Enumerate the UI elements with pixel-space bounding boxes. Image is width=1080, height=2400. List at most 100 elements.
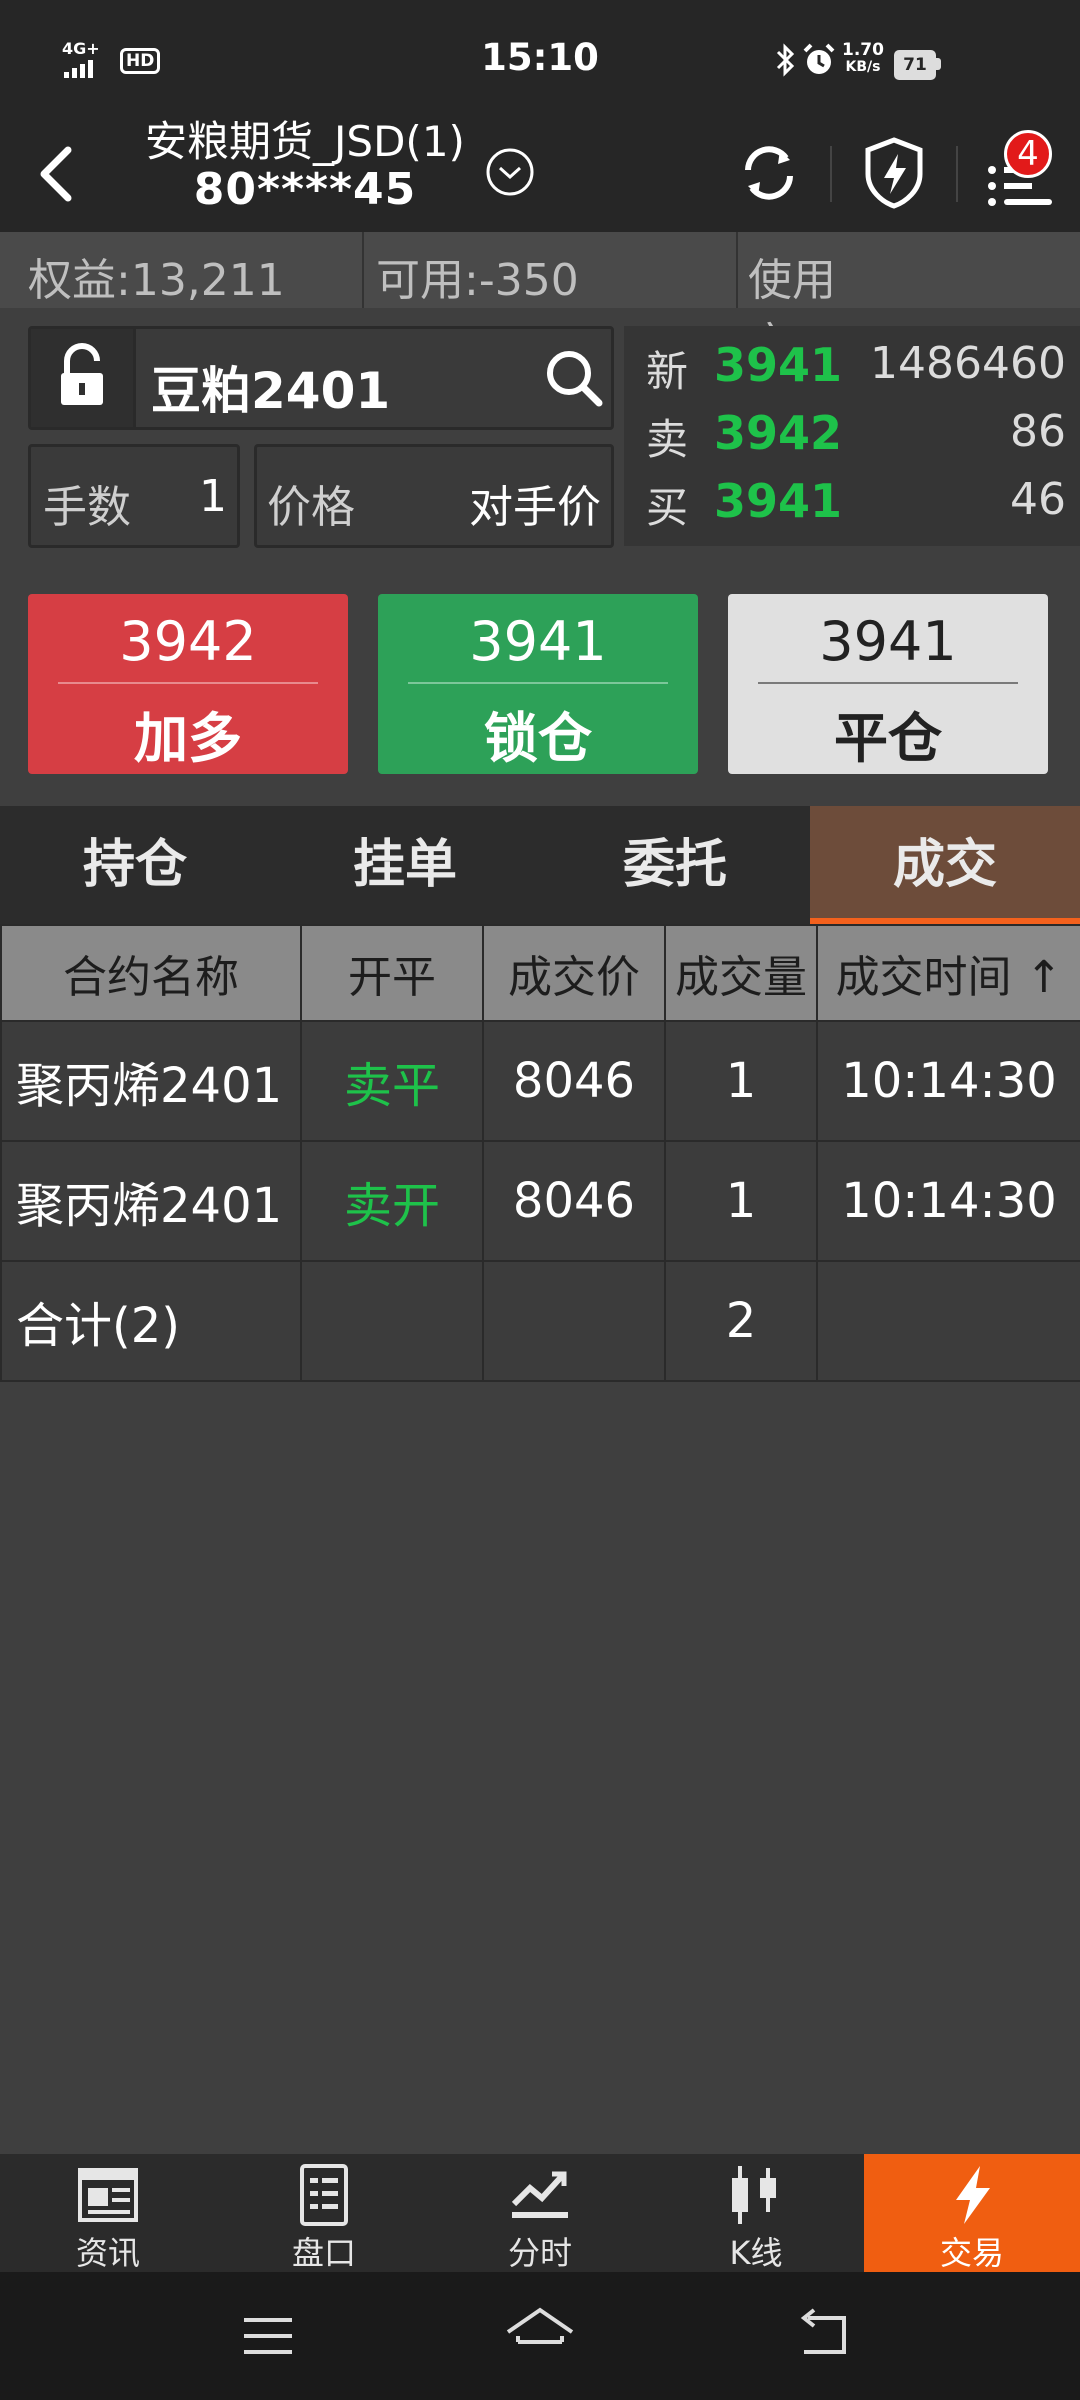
nav-intraday[interactable]: 分时 — [432, 2154, 648, 2272]
bid-qty: 46 — [1010, 474, 1066, 525]
close-label: 平仓 — [834, 707, 942, 770]
account-summary: 权益:13,211 可用:-350 使用率:102.65% — [0, 232, 1080, 370]
lightning-icon — [956, 2166, 990, 2224]
top-header: 安粮期货_JSD(1) 80****45 4 — [0, 118, 1080, 232]
cell-open-close: 卖平 — [300, 1020, 484, 1142]
header-divider — [830, 146, 832, 202]
tab-orders[interactable]: 委托 — [540, 806, 810, 924]
back-nav-button[interactable] — [794, 2306, 854, 2362]
contract-selector[interactable]: 豆粕2401 — [28, 326, 614, 430]
ask-label: 卖 — [646, 415, 689, 464]
search-icon[interactable] — [543, 347, 605, 409]
intraday-chart-icon — [511, 2171, 568, 2218]
cell-open-close: 卖开 — [300, 1140, 484, 1262]
available-value: 可用:-350 — [376, 255, 579, 306]
refresh-icon[interactable] — [736, 140, 802, 206]
system-nav-bar — [0, 2272, 1080, 2400]
total-label: 合计(2) — [0, 1260, 302, 1382]
bottom-nav: 资讯 盘口 分时 K线 交易 — [0, 2154, 1080, 2272]
quantity-value[interactable]: 1 — [199, 471, 227, 522]
total-empty — [816, 1260, 1080, 1382]
cell-contract: 聚丙烯2401 — [0, 1140, 302, 1262]
nav-trade[interactable]: 交易 — [864, 2154, 1080, 2272]
buy-price: 3942 — [119, 610, 257, 673]
ask-price[interactable]: 3942 — [714, 406, 842, 460]
table-header: 合约名称 开平 成交价 成交量 成交时间 ↑ — [0, 924, 1080, 1022]
account-number[interactable]: 80****45 — [120, 166, 490, 214]
tab-trades[interactable]: 成交 — [810, 806, 1080, 924]
quantity-field[interactable]: 手数 1 — [28, 444, 240, 548]
home-button[interactable] — [502, 2302, 578, 2364]
contract-name[interactable]: 豆粕2401 — [151, 351, 390, 423]
buy-long-button[interactable]: 3942 加多 — [28, 594, 348, 774]
notification-badge: 4 — [1004, 130, 1052, 178]
shield-lightning-icon[interactable] — [862, 136, 926, 210]
nav-trade-label: 交易 — [939, 2234, 1004, 2272]
button-divider — [58, 682, 318, 684]
col-volume[interactable]: 成交量 — [664, 924, 818, 1022]
bluetooth-icon — [772, 42, 798, 82]
battery-tip — [936, 58, 941, 70]
recent-apps-button[interactable] — [238, 2308, 298, 2364]
price-type-value[interactable]: 对手价 — [469, 471, 601, 535]
cell-contract: 聚丙烯2401 — [0, 1020, 302, 1142]
total-volume: 2 — [664, 1260, 818, 1382]
cell-time: 10:14:30 — [816, 1020, 1080, 1142]
equity-value: 权益:13,211 — [28, 255, 285, 306]
header-divider — [956, 146, 958, 202]
tab-positions[interactable]: 持仓 — [0, 806, 270, 924]
close-position-button[interactable]: 3941 平仓 — [728, 594, 1048, 774]
net-speed: 1.70 KB/s — [842, 40, 884, 76]
latest-price: 3941 — [714, 338, 843, 392]
bid-price[interactable]: 3941 — [714, 474, 842, 528]
candlestick-icon — [732, 2166, 776, 2224]
button-divider — [408, 682, 668, 684]
nav-intraday-label: 分时 — [507, 2234, 572, 2272]
bid-label: 买 — [646, 483, 689, 532]
tab-pending-orders[interactable]: 挂单 — [270, 806, 540, 924]
col-contract[interactable]: 合约名称 — [0, 924, 302, 1022]
quantity-label: 手数 — [43, 482, 131, 533]
nav-kline[interactable]: K线 — [648, 2154, 864, 2272]
nav-orderbook[interactable]: 盘口 — [216, 2154, 432, 2272]
price-label: 价格 — [267, 482, 355, 533]
summary-divider — [736, 232, 738, 308]
buy-label: 加多 — [134, 707, 242, 770]
account-dropdown-icon[interactable] — [484, 146, 536, 198]
orderbook-icon — [300, 2164, 348, 2226]
battery-icon: 71 — [894, 50, 936, 80]
nav-orderbook-label: 盘口 — [291, 2234, 356, 2272]
volume-value: 1486460 — [870, 338, 1066, 389]
col-time[interactable]: 成交时间 ↑ — [816, 924, 1080, 1022]
total-row: 合计(2) 2 — [0, 1260, 1080, 1382]
lock-toggle[interactable] — [31, 329, 136, 427]
col-price[interactable]: 成交价 — [482, 924, 666, 1022]
button-divider — [758, 682, 1018, 684]
status-bar: 4G+ HD 15:10 1.70 KB/s 71 — [0, 0, 1080, 118]
summary-divider — [362, 232, 364, 308]
total-empty — [300, 1260, 484, 1382]
cell-price: 8046 — [482, 1020, 666, 1142]
cell-price: 8046 — [482, 1140, 666, 1262]
alarm-icon — [802, 42, 836, 82]
news-icon — [78, 2168, 138, 2222]
back-button[interactable] — [22, 138, 92, 208]
nav-news[interactable]: 资讯 — [0, 2154, 216, 2272]
lock-price: 3941 — [469, 610, 607, 673]
cell-time: 10:14:30 — [816, 1140, 1080, 1262]
lock-label: 锁仓 — [484, 707, 592, 770]
col-open-close[interactable]: 开平 — [300, 924, 484, 1022]
total-empty — [482, 1260, 666, 1382]
table-row[interactable]: 聚丙烯2401 卖平 8046 1 10:14:30 — [0, 1020, 1080, 1142]
ask-qty: 86 — [1010, 406, 1066, 457]
tab-bar: 持仓 挂单 委托 成交 — [0, 806, 1080, 924]
lock-position-button[interactable]: 3941 锁仓 — [378, 594, 698, 774]
quote-panel: 新 3941 1486460 卖 3942 86 买 3941 46 — [624, 326, 1080, 546]
latest-label: 新 — [646, 347, 689, 396]
nav-news-label: 资讯 — [75, 2234, 140, 2272]
account-title[interactable]: 安粮期货_JSD(1) — [120, 118, 490, 166]
table-row[interactable]: 聚丙烯2401 卖开 8046 1 10:14:30 — [0, 1140, 1080, 1262]
menu-button[interactable]: 4 — [984, 130, 1074, 220]
price-field[interactable]: 价格 对手价 — [254, 444, 614, 548]
cell-volume: 1 — [664, 1140, 818, 1262]
